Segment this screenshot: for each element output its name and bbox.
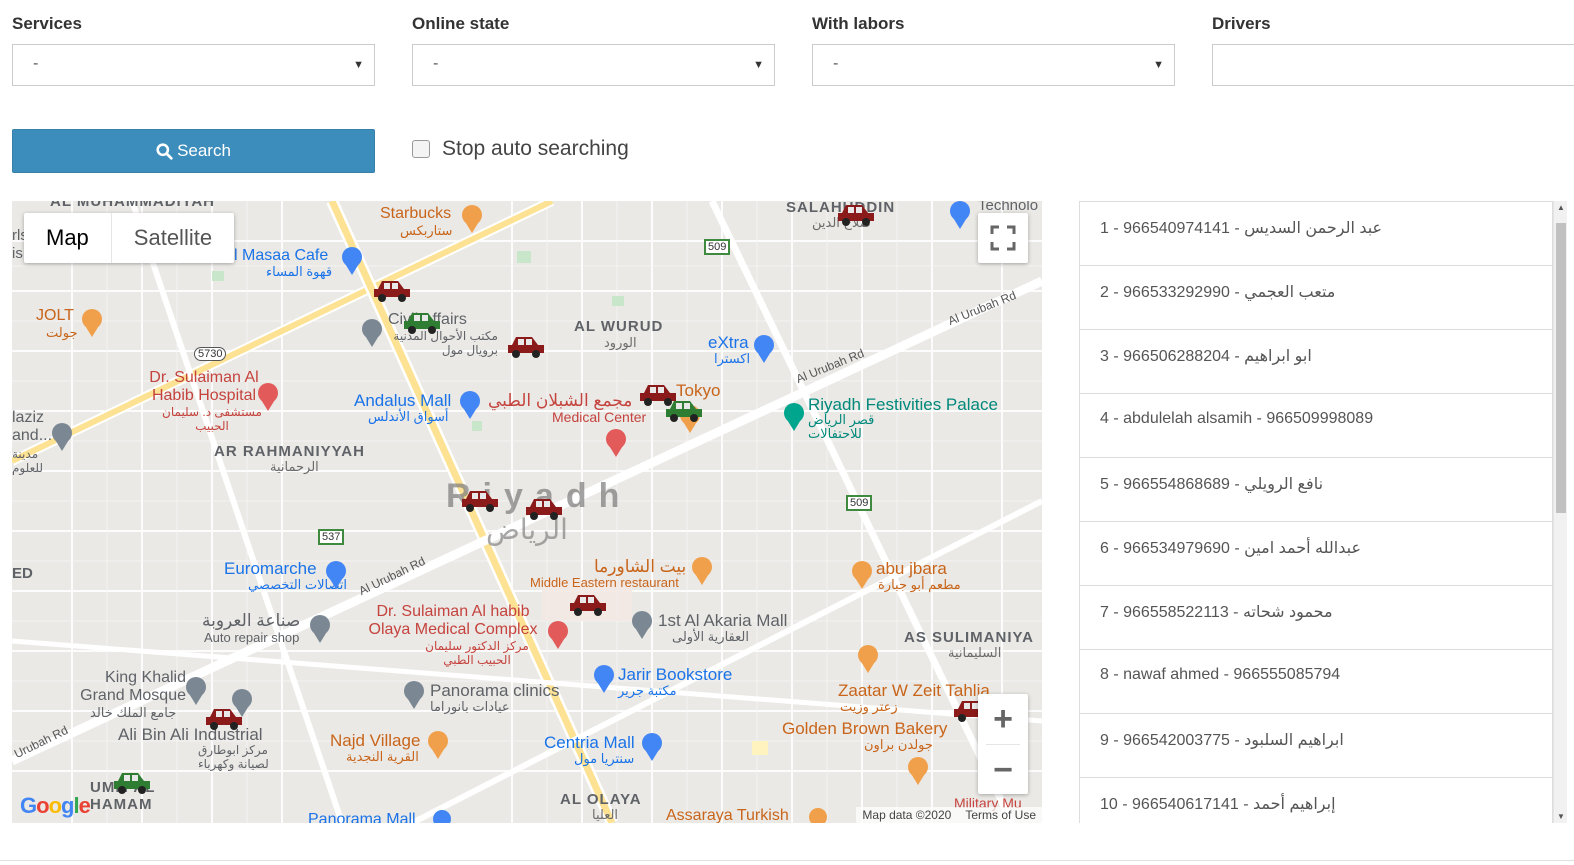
drivers-label: Drivers (1212, 14, 1271, 33)
google-logo: Google (20, 793, 91, 818)
drivers-input[interactable] (1212, 44, 1574, 86)
map-type-map-button[interactable]: Map (24, 213, 112, 263)
online-state-label: Online state (412, 14, 510, 33)
with-labors-value: - (833, 55, 839, 72)
online-state-filter: Online state - ▼ (412, 14, 775, 86)
car-marker[interactable] (666, 401, 702, 422)
car-marker[interactable] (570, 595, 606, 616)
map-type-control: Map Satellite (24, 213, 235, 263)
driver-list-item[interactable]: 5 - 966554868689 - نافع الرويلي (1080, 458, 1552, 522)
zoom-in-button[interactable]: + (978, 694, 1028, 744)
driver-list-item[interactable]: 2 - 966533292990 - متعب العجمي (1080, 266, 1552, 330)
scrollbar-thumb[interactable] (1556, 223, 1566, 513)
driver-list-item[interactable]: 3 - 966506288204 - ابو ابراهيم (1080, 330, 1552, 394)
car-marker[interactable] (404, 313, 440, 334)
car-marker[interactable] (640, 385, 676, 406)
scroll-up-icon[interactable]: ▲ (1557, 203, 1565, 212)
car-marker[interactable] (508, 337, 544, 358)
car-marker[interactable] (526, 499, 562, 520)
with-labors-label: With labors (812, 14, 905, 33)
search-button[interactable]: Search (12, 129, 375, 173)
zoom-control: + − (978, 694, 1028, 794)
online-state-value: - (433, 55, 439, 72)
footer-divider (0, 860, 1574, 861)
map-data-text: Map data ©2020 (862, 808, 952, 822)
stop-auto-label: Stop auto searching (442, 137, 629, 160)
map-attribution: Map data ©2020 Terms of Use (856, 807, 1042, 823)
drivers-filter: Drivers (1212, 14, 1574, 86)
services-filter: Services - ▼ (12, 14, 375, 86)
drivers-list-scrollbar[interactable]: ▲ ▼ (1553, 201, 1567, 823)
car-marker[interactable] (114, 773, 150, 794)
chevron-down-icon: ▼ (353, 59, 364, 71)
driver-list-item[interactable]: 9 - 966542003775 - ابراهيم السلبود (1080, 714, 1552, 778)
car-marker[interactable] (374, 281, 410, 302)
with-labors-filter: With labors - ▼ (812, 14, 1175, 86)
services-value: - (33, 55, 39, 72)
car-markers (114, 205, 990, 794)
car-marker[interactable] (462, 491, 498, 512)
services-label: Services (12, 14, 82, 33)
fullscreen-button[interactable] (978, 213, 1028, 263)
driver-list-item[interactable]: 1 - 966540974141 - عبد الرحمن السديس (1080, 202, 1552, 266)
driver-list-item[interactable]: 4 - abdulelah alsamih - 966509998089 (1080, 394, 1552, 458)
search-icon (156, 142, 173, 160)
driver-list-item[interactable]: 7 - 966558522113 - محمود شحاته (1080, 586, 1552, 650)
chevron-down-icon: ▼ (753, 59, 764, 71)
stop-auto-searching: Stop auto searching (412, 137, 629, 161)
car-marker[interactable] (838, 205, 874, 226)
with-labors-select[interactable]: - ▼ (812, 44, 1175, 86)
online-state-select[interactable]: - ▼ (412, 44, 775, 86)
services-select[interactable]: - ▼ (12, 44, 375, 86)
plus-icon: + (993, 699, 1013, 738)
minus-icon: − (993, 750, 1013, 789)
map-type-satellite-button[interactable]: Satellite (112, 213, 234, 263)
driver-list-item[interactable]: 8 - nawaf ahmed - 966555085794 (1080, 650, 1552, 714)
filters-bar: Services - ▼ Online state - ▼ With labor… (0, 0, 1574, 100)
driver-list-item[interactable]: 6 - 966534979690 - عبدالله أحمد امين (1080, 522, 1552, 586)
driver-list-item[interactable]: 10 - 966540617141 - إبراهيم أحمد (1080, 778, 1552, 823)
chevron-down-icon: ▼ (1153, 59, 1164, 71)
search-button-label: Search (177, 141, 231, 160)
scroll-down-icon[interactable]: ▼ (1557, 812, 1565, 821)
fullscreen-icon (990, 225, 1016, 251)
map-view[interactable]: AL MUHAMMADIYAH SALAHUDDIN صلاح الدين Te… (12, 201, 1042, 823)
drivers-list: 1 - 966540974141 - عبد الرحمن السديس 2 - … (1079, 201, 1553, 823)
terms-of-use-link[interactable]: Terms of Use (965, 808, 1036, 822)
zoom-out-button[interactable]: − (978, 745, 1028, 795)
car-marker[interactable] (206, 709, 242, 730)
stop-auto-checkbox[interactable] (412, 140, 430, 158)
